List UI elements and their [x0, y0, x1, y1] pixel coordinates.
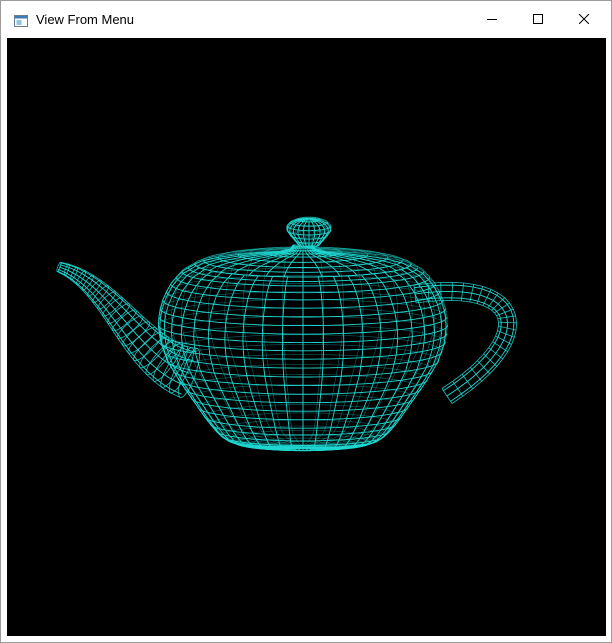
window-title: View From Menu — [36, 12, 135, 27]
minimize-button[interactable] — [469, 1, 515, 37]
teapot-wireframe — [7, 38, 606, 636]
teapot-knob — [286, 216, 332, 248]
app-window: View From Menu — [0, 0, 612, 643]
opengl-viewport[interactable] — [7, 38, 606, 636]
title-bar[interactable]: View From Menu — [1, 1, 611, 37]
teapot-body — [157, 250, 449, 452]
close-icon — [579, 14, 589, 24]
teapot-lid — [194, 243, 412, 278]
teapot-handle — [413, 281, 517, 404]
minimize-icon — [487, 19, 497, 20]
maximize-icon — [533, 14, 543, 24]
app-window-icon — [14, 14, 28, 27]
teapot-spout — [56, 261, 201, 398]
close-button[interactable] — [561, 1, 607, 37]
maximize-button[interactable] — [515, 1, 561, 37]
